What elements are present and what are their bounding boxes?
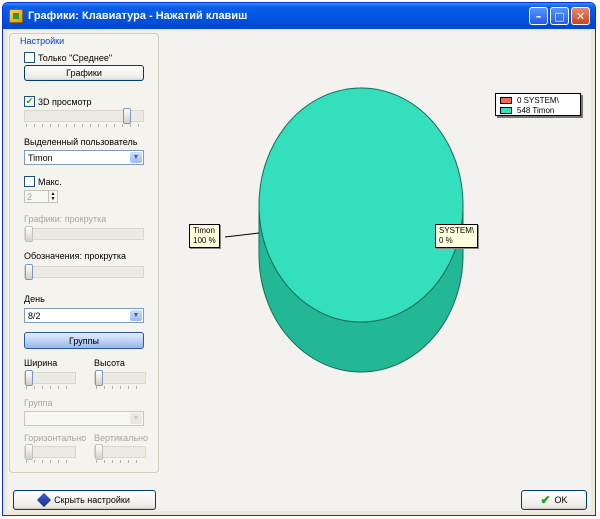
vertical-slider[interactable]	[94, 444, 146, 463]
legend-scroll-slider[interactable]	[24, 264, 144, 280]
graphs-button[interactable]: Графики	[24, 65, 144, 81]
checkmark-icon: ✔	[25, 96, 34, 106]
only-average-row[interactable]: Только "Среднее"	[24, 52, 112, 63]
max-spinner[interactable]: 2 ▲ ▼	[24, 190, 58, 203]
legend-item-system: 0 SYSTEM\	[500, 96, 580, 105]
callout-timon-name: Timon	[193, 226, 215, 235]
chevron-down-icon[interactable]: ▼	[130, 152, 142, 163]
legend-swatch-timon	[500, 107, 512, 114]
pie-group	[258, 87, 464, 373]
maximize-button[interactable]: □	[550, 7, 569, 25]
selected-user-select[interactable]: Timon ▼	[24, 150, 144, 165]
view-3d-row[interactable]: ✔ 3D просмотр	[24, 96, 92, 107]
chart-window: Графики: Клавиатура - Нажатий клавиш – □…	[2, 2, 596, 516]
callout-system: SYSTEM\ 0 %	[435, 224, 479, 248]
legend-item-timon: 548 Timon	[500, 106, 580, 115]
callout-system-percent: 0 %	[439, 236, 453, 245]
callout-leader-timon	[224, 232, 260, 238]
minimize-button[interactable]: –	[529, 7, 548, 25]
horizontal-slider-thumb[interactable]	[25, 444, 33, 460]
legend-label-system: 0 SYSTEM\	[517, 96, 559, 105]
legend-label-timon: 548 Timon	[517, 106, 555, 115]
max-value: 2	[27, 191, 33, 202]
only-average-checkbox[interactable]	[24, 52, 35, 63]
callout-timon-percent: 100 %	[193, 236, 216, 245]
graphs-scroll-thumb[interactable]	[25, 226, 33, 242]
callout-system-name: SYSTEM\	[439, 226, 475, 235]
day-value: 8/2	[28, 310, 41, 321]
title-bar[interactable]: Графики: Клавиатура - Нажатий клавиш – □…	[3, 3, 595, 29]
legend-swatch-system	[500, 97, 512, 104]
horizontal-slider[interactable]	[24, 444, 76, 463]
app-icon	[9, 9, 23, 23]
height-slider[interactable]	[94, 370, 146, 389]
ok-label: OK	[554, 495, 568, 505]
close-icon: ✕	[575, 9, 586, 23]
legend-scroll-label: Обозначения: прокрутка	[24, 251, 127, 261]
settings-group-title: Настройки	[18, 36, 67, 46]
graphs-scroll-label: Графики: прокрутка	[24, 214, 107, 224]
selected-user-value: Timon	[28, 152, 53, 163]
close-button[interactable]: ✕	[571, 7, 590, 25]
ok-button[interactable]: ✔ OK	[521, 490, 587, 510]
selected-user-label: Выделенный пользователь	[24, 137, 138, 147]
legend-scroll-thumb[interactable]	[25, 264, 33, 280]
view-3d-slider-thumb[interactable]	[123, 108, 131, 124]
slider-ticks	[96, 460, 144, 463]
view-3d-slider[interactable]	[24, 108, 144, 127]
max-checkbox[interactable]	[24, 176, 35, 187]
view-3d-checkbox[interactable]: ✔	[24, 96, 35, 107]
width-label: Ширина	[24, 358, 58, 368]
spinner-arrows-icon[interactable]: ▲ ▼	[48, 191, 57, 202]
hide-settings-label: Скрыть настройки	[54, 495, 130, 505]
max-label: Макс.	[38, 176, 62, 187]
groups-button[interactable]: Группы	[24, 332, 144, 349]
group-label: Группа	[24, 398, 53, 408]
pie-slice-timon[interactable]	[258, 87, 464, 323]
chevron-down-icon[interactable]: ▼	[130, 413, 142, 424]
minimize-icon: –	[535, 9, 542, 23]
height-label: Высота	[94, 358, 125, 368]
chevron-down-icon[interactable]: ▼	[130, 310, 142, 321]
vertical-slider-thumb[interactable]	[95, 444, 103, 460]
slider-ticks	[26, 124, 142, 127]
day-label: День	[24, 294, 45, 304]
width-slider[interactable]	[24, 370, 76, 389]
hide-settings-button[interactable]: Скрыть настройки	[13, 490, 156, 510]
only-average-label: Только "Среднее"	[38, 52, 113, 63]
view-3d-label: 3D просмотр	[38, 96, 92, 107]
slider-ticks	[96, 386, 144, 389]
graphs-scroll-slider[interactable]	[24, 226, 144, 242]
horizontal-label: Горизонтально	[24, 433, 87, 443]
group-select[interactable]: ▼	[24, 411, 144, 426]
content-area: Настройки Только "Среднее" Графики ✔ 3D …	[7, 31, 591, 511]
width-slider-thumb[interactable]	[25, 370, 33, 386]
maximize-icon: □	[554, 9, 565, 23]
day-select[interactable]: 8/2 ▼	[24, 308, 144, 323]
callout-timon: Timon 100 %	[189, 224, 220, 248]
slider-ticks	[26, 386, 74, 389]
footer-bar: Скрыть настройки ✔ OK	[7, 477, 591, 511]
chart-area: 0 SYSTEM\ 548 Timon Timon 100 % SYSTEM\ …	[165, 33, 589, 473]
chart-legend: 0 SYSTEM\ 548 Timon	[495, 93, 581, 116]
window-title: Графики: Клавиатура - Нажатий клавиш	[28, 10, 248, 22]
vertical-label: Вертикально	[94, 433, 149, 443]
checkmark-icon: ✔	[540, 493, 551, 507]
settings-icon	[37, 492, 52, 508]
max-row[interactable]: Макс.	[24, 176, 62, 187]
settings-panel: Настройки Только "Среднее" Графики ✔ 3D …	[9, 33, 159, 473]
slider-ticks	[26, 460, 74, 463]
height-slider-thumb[interactable]	[95, 370, 103, 386]
